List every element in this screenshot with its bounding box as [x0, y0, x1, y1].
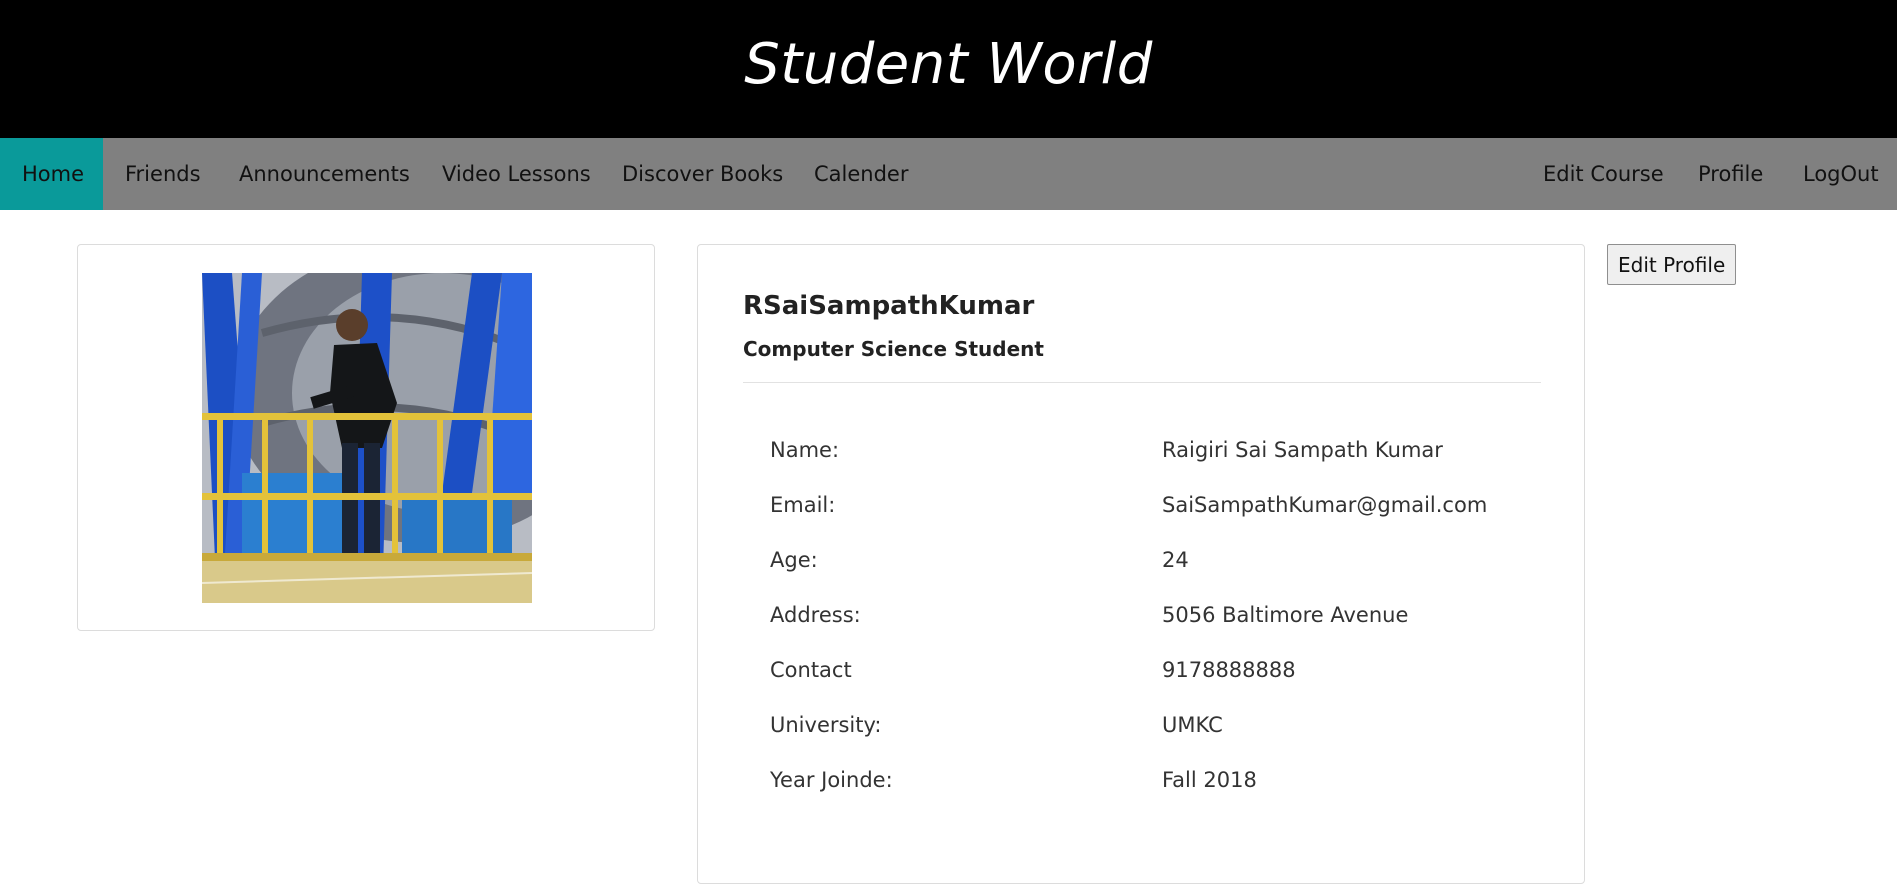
field-value: Raigiri Sai Sampath Kumar — [1162, 438, 1443, 462]
profile-username: RSaiSampathKumar — [743, 291, 1035, 321]
field-value: 5056 Baltimore Avenue — [1162, 603, 1409, 627]
nav-profile[interactable]: Profile — [1676, 138, 1785, 210]
field-value: Fall 2018 — [1162, 768, 1257, 792]
nav-logout[interactable]: LogOut — [1781, 138, 1897, 210]
field-value: UMKC — [1162, 713, 1223, 737]
nav-friends[interactable]: Friends — [103, 138, 223, 210]
field-label: Year Joinde: — [770, 768, 893, 792]
field-value: 9178888888 — [1162, 658, 1296, 682]
field-value: 24 — [1162, 548, 1189, 572]
site-header: Student World — [0, 0, 1897, 138]
nav-announcements[interactable]: Announcements — [217, 138, 432, 210]
profile-title: Computer Science Student — [743, 337, 1044, 361]
nav-video-lessons[interactable]: Video Lessons — [420, 138, 613, 210]
field-label: University: — [770, 713, 882, 737]
field-university: University: UMKC — [770, 713, 1530, 743]
profile-photo-card — [77, 244, 655, 631]
field-value: SaiSampathKumar@gmail.com — [1162, 493, 1488, 517]
field-address: Address: 5056 Baltimore Avenue — [770, 603, 1530, 633]
profile-photo — [202, 273, 532, 603]
site-title: Student World — [744, 31, 1153, 97]
nav-edit-course[interactable]: Edit Course — [1521, 138, 1686, 210]
nav-discover-books[interactable]: Discover Books — [600, 138, 805, 210]
profile-divider — [743, 382, 1541, 383]
field-label: Email: — [770, 493, 836, 517]
field-year-joined: Year Joinde: Fall 2018 — [770, 768, 1530, 798]
profile-photo-image — [202, 273, 532, 603]
nav-calender[interactable]: Calender — [792, 138, 930, 210]
field-email: Email: SaiSampathKumar@gmail.com — [770, 493, 1530, 523]
field-label: Name: — [770, 438, 840, 462]
main-navbar: Home Friends Announcements Video Lessons… — [0, 138, 1897, 210]
nav-home[interactable]: Home — [0, 138, 103, 210]
field-label: Age: — [770, 548, 818, 572]
field-age: Age: 24 — [770, 548, 1530, 578]
field-label: Contact — [770, 658, 852, 682]
field-contact: Contact 9178888888 — [770, 658, 1530, 688]
field-name: Name: Raigiri Sai Sampath Kumar — [770, 438, 1530, 468]
edit-profile-button[interactable]: Edit Profile — [1607, 244, 1737, 285]
profile-info-card: RSaiSampathKumar Computer Science Studen… — [697, 244, 1585, 884]
field-label: Address: — [770, 603, 861, 627]
